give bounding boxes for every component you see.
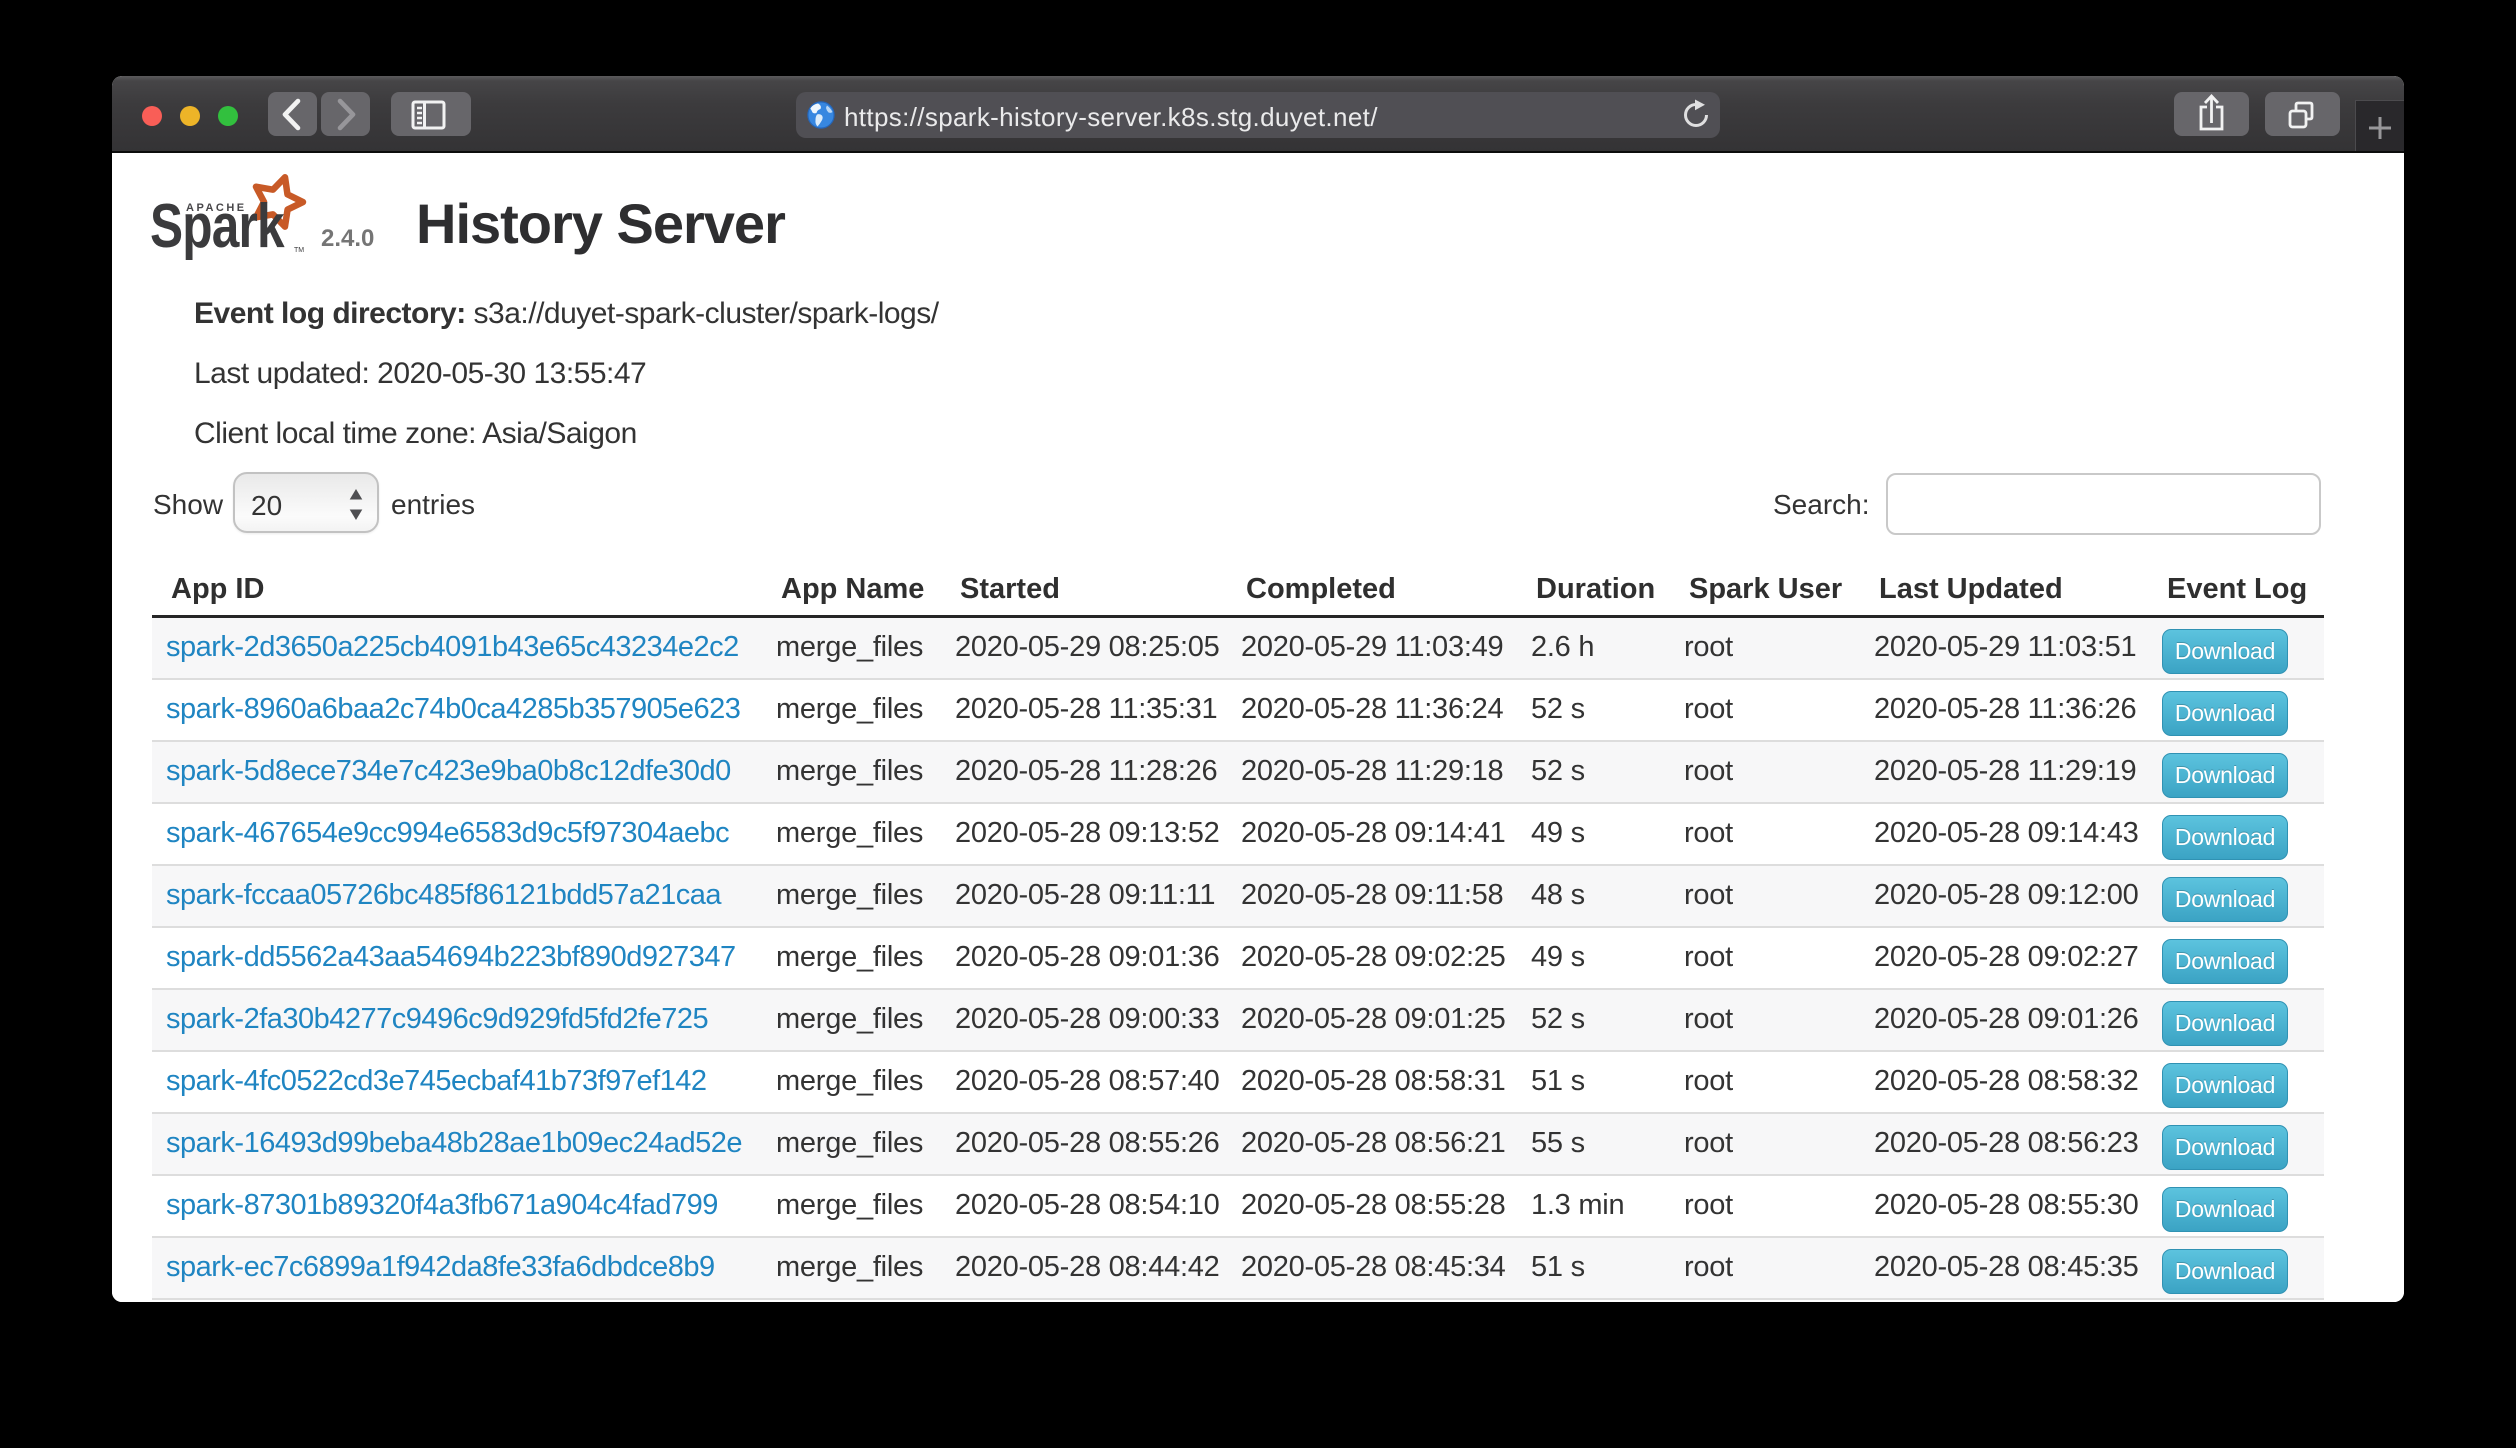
svg-text:TM: TM (294, 247, 304, 254)
svg-text:Spark: Spark (150, 191, 285, 261)
